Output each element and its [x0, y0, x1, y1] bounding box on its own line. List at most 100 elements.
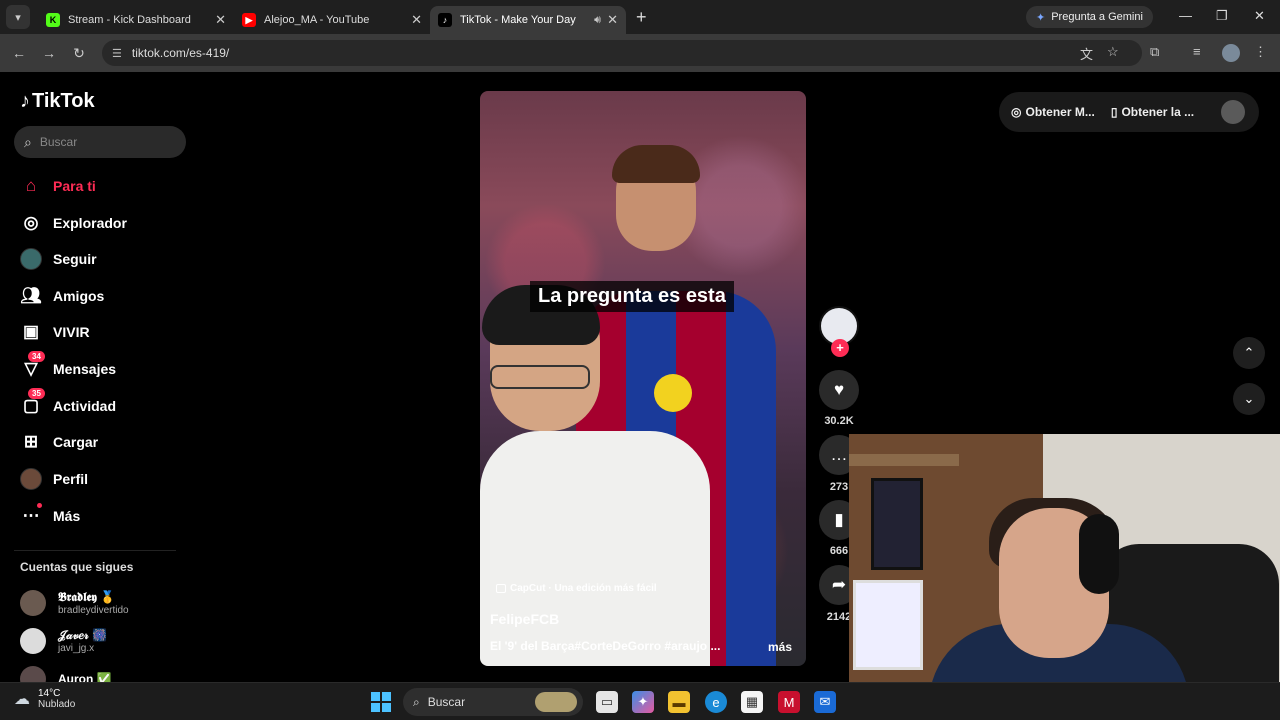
following-account[interactable]: 𝒥𝒶𝓋𝑒𝓇 🎆 javi_jg.x — [20, 628, 107, 654]
compass-icon: ◎ — [23, 213, 39, 232]
tab-title: Alejoo_MA - YouTube — [264, 14, 370, 26]
browser-tab-tiktok[interactable]: ♪ TikTok - Make Your Day 🔊︎ ✕ — [430, 6, 626, 34]
reload-icon[interactable]: ↻ — [64, 45, 94, 62]
close-tab-icon[interactable]: ✕ — [607, 12, 618, 28]
search-icon: ⌕ — [24, 133, 32, 150]
get-desktop-app-button[interactable]: ▯ Obtener la ... — [1111, 105, 1194, 119]
poster-image — [871, 478, 923, 570]
nav-item-cargar[interactable]: ⊞ Cargar — [20, 430, 98, 454]
url-input[interactable]: ☰ tiktok.com/es-419/ — [102, 40, 1142, 66]
copilot-icon[interactable]: ✦ — [632, 691, 654, 713]
minimize-icon[interactable]: — — [1179, 8, 1192, 23]
phone-icon: ▯ — [1110, 105, 1118, 119]
avatar-icon — [20, 248, 42, 270]
activity-icon: ▢ 35 — [20, 388, 45, 417]
mail-icon[interactable]: ✉ — [814, 691, 836, 713]
browser-profile-avatar[interactable] — [1222, 44, 1240, 62]
more-button[interactable]: más — [768, 640, 792, 654]
video-author[interactable]: FelipeFCB — [490, 611, 559, 627]
menu-dots-icon[interactable]: ⋮ — [1254, 44, 1267, 60]
headset-image — [1079, 514, 1119, 594]
capcut-link[interactable]: CapCut · Una edición más fácil — [496, 583, 657, 594]
share-icon: ➦ — [831, 575, 847, 594]
youtube-icon: ▶ — [242, 13, 256, 27]
heart-icon: ♥ — [833, 380, 845, 399]
tab-search-icon[interactable]: ▾ — [6, 5, 30, 29]
messages-icon: ▽ 34 — [20, 351, 45, 380]
close-window-icon[interactable]: ✕ — [1254, 8, 1265, 24]
bookmark-star-icon[interactable]: ☆ — [1107, 44, 1119, 60]
nav-item-amigos[interactable]: 👥︎ Amigos — [20, 284, 104, 308]
forward-icon[interactable]: → — [34, 45, 64, 61]
previous-video-button[interactable]: ⌃ — [1233, 337, 1265, 369]
following-account[interactable]: 𝕭𝖗𝖆𝖉𝖑𝖊𝖞 🥇 bradleydivertido — [20, 590, 129, 616]
nav-label: Para ti — [53, 178, 96, 194]
search-highlight-image — [535, 692, 577, 712]
kick-icon: K — [46, 13, 60, 27]
get-desktop-app-label: Obtener la ... — [1121, 105, 1195, 119]
nav-label: Cargar — [53, 434, 99, 450]
get-app-button[interactable]: ◎ Obtener M... — [1011, 105, 1095, 119]
browser-tab-youtube[interactable]: ▶ Alejoo_MA - YouTube ✕ — [234, 6, 430, 34]
nav-item-mensajes[interactable]: ▽ 34 Mensajes — [20, 351, 116, 381]
address-bar-row: ← → ↻ ☰ tiktok.com/es-419/ 文 ☆ ⧉ ≡ ⋮ — [0, 34, 1280, 72]
avatar — [20, 628, 46, 654]
restore-icon[interactable]: ❐ — [1216, 8, 1228, 24]
nav-item-perfil[interactable]: Perfil — [20, 467, 88, 491]
nav-label: Más — [53, 508, 81, 524]
site-info-icon[interactable]: ☰ — [112, 47, 122, 60]
comment-icon: … — [830, 445, 848, 464]
follow-plus-icon[interactable]: + — [831, 339, 849, 357]
close-tab-icon[interactable]: ✕ — [411, 12, 422, 28]
cloud-icon: ☁ — [14, 691, 30, 708]
task-view-icon[interactable]: ▭ — [596, 691, 618, 713]
coins-icon: ◎ — [1011, 105, 1022, 119]
gemini-button[interactable]: ✦ Pregunta a Gemini — [1026, 6, 1153, 28]
nav-label: VIVIR — [53, 324, 90, 340]
nav-item-mas[interactable]: ⋯ Más — [20, 503, 81, 528]
capcut-label: CapCut · Una edición más fácil — [510, 583, 657, 594]
user-avatar[interactable] — [1221, 100, 1245, 124]
video-player[interactable]: La pregunta es esta CapCut · Una edición… — [480, 91, 806, 666]
new-tab-icon[interactable]: + — [636, 7, 647, 28]
sidebar-divider — [14, 550, 176, 551]
edge-icon[interactable]: e — [705, 691, 727, 713]
file-explorer-icon[interactable]: ▬ — [668, 691, 690, 713]
browser-tab-kick[interactable]: K Stream - Kick Dashboard ✕ — [38, 6, 234, 34]
like-button[interactable]: ♥ — [819, 370, 859, 410]
like-count: 30.2K — [824, 415, 854, 427]
nav-item-explorador[interactable]: ◎ Explorador — [20, 211, 127, 235]
nav-item-para-ti[interactable]: ⌂ Para ti — [20, 174, 96, 198]
search-input[interactable]: ⌕ Buscar — [14, 126, 186, 158]
url-text: tiktok.com/es-419/ — [131, 46, 230, 60]
extensions-icon[interactable]: ⧉ — [1150, 44, 1159, 60]
store-icon[interactable]: ▦ — [741, 691, 763, 713]
windows-start-icon[interactable] — [371, 692, 391, 712]
friends-icon: 👥︎ — [20, 286, 42, 305]
video-description: El '9' del Barça#CorteDeGorro #araujo ..… — [490, 639, 721, 653]
media-controls-icon[interactable]: ≡ — [1193, 44, 1201, 59]
home-icon: ⌂ — [25, 176, 37, 195]
get-app-label: Obtener M... — [1025, 105, 1095, 119]
translate-icon[interactable]: 文 — [1080, 44, 1093, 63]
account-handle: bradleydivertido — [58, 605, 129, 616]
back-icon[interactable]: ← — [4, 45, 34, 61]
nav-item-seguir[interactable]: Seguir — [20, 247, 97, 271]
close-tab-icon[interactable]: ✕ — [215, 12, 226, 28]
weather-widget[interactable]: ☁ 14°C Nublado — [14, 688, 75, 710]
tiktok-logo[interactable]: ♪ TikTok — [20, 90, 95, 113]
next-video-button[interactable]: ⌄ — [1233, 383, 1265, 415]
capcut-icon — [496, 584, 506, 593]
search-icon: ⌕ — [413, 694, 420, 709]
windows-taskbar: ☁ 14°C Nublado ⌕ Buscar ▭ ✦ ▬ e ▦ M ✉ — [0, 682, 1280, 720]
video-frame-person — [480, 285, 710, 666]
more-icon: ⋯ — [20, 503, 42, 527]
speaker-icon[interactable]: 🔊︎ — [594, 14, 601, 27]
mcafee-icon[interactable]: M — [778, 691, 800, 713]
nav-item-actividad[interactable]: ▢ 35 Actividad — [20, 388, 116, 418]
bookmark-icon: ▮ — [834, 510, 844, 529]
nav-item-vivir[interactable]: ▣ VIVIR — [20, 320, 90, 344]
taskbar-search[interactable]: ⌕ Buscar — [403, 688, 583, 716]
chevron-up-icon: ⌃ — [1243, 345, 1255, 360]
weather-condition: Nublado — [38, 699, 76, 710]
